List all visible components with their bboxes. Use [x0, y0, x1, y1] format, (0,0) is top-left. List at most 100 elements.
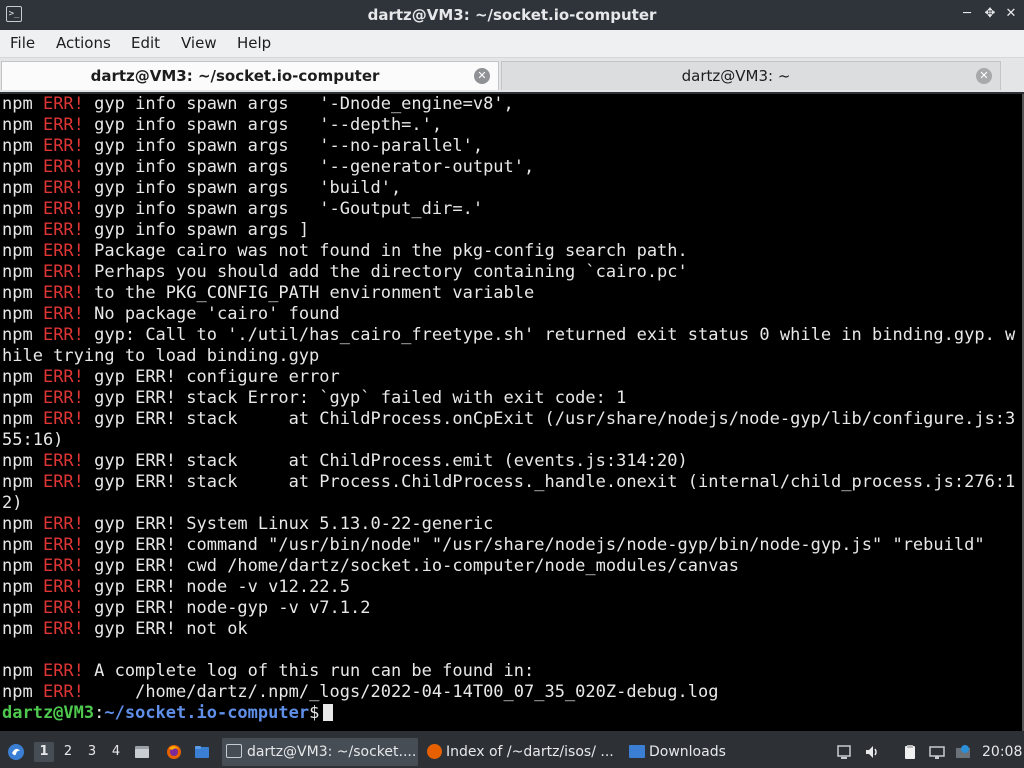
- prompt-separator: :: [94, 703, 105, 723]
- line-text: gyp ERR! configure error: [83, 367, 340, 387]
- task-label: Downloads: [649, 744, 726, 760]
- menu-bar: File Actions Edit View Help: [0, 30, 1024, 58]
- terminal-line: npm ERR! gyp ERR! stack at ChildProcess.…: [0, 409, 1022, 430]
- prompt-user-host: dartz@VM3: [2, 703, 95, 723]
- line-prefix: npm: [2, 115, 43, 135]
- line-text: Perhaps you should add the directory con…: [83, 262, 688, 282]
- terminal-line: npm ERR! gyp ERR! System Linux 5.13.0-22…: [0, 514, 1022, 535]
- line-text: gyp info spawn args '-Goutput_dir=.': [83, 199, 484, 219]
- error-tag: ERR!: [42, 136, 84, 156]
- workspace-1[interactable]: 1: [34, 742, 54, 762]
- clipboard-icon[interactable]: [902, 744, 918, 760]
- close-tab-icon[interactable]: ✕: [474, 68, 490, 84]
- network-icon[interactable]: [929, 744, 945, 760]
- menu-file[interactable]: File: [8, 30, 37, 56]
- minimize-button[interactable]: ─: [958, 5, 976, 23]
- firefox-icon[interactable]: [166, 744, 182, 760]
- task-terminal[interactable]: dartz@VM3: ~/socket....: [222, 738, 418, 766]
- line-text: gyp info spawn args '-Dnode_engine=v8',: [83, 94, 514, 114]
- taskbar: 1 2 3 4 dartz@VM3: ~/socket.... Index of…: [0, 736, 1024, 768]
- terminal-line: npm ERR! gyp ERR! cwd /home/dartz/socket…: [0, 556, 1022, 577]
- error-tag: ERR!: [42, 304, 84, 324]
- error-tag: ERR!: [42, 262, 84, 282]
- line-prefix: 2): [2, 493, 23, 513]
- terminal-line: npm ERR! gyp ERR! not ok: [0, 619, 1022, 640]
- error-tag: ERR!: [42, 661, 84, 681]
- line-prefix: npm: [2, 451, 43, 471]
- terminal-line: 2): [0, 493, 1022, 514]
- folder-icon[interactable]: [194, 744, 210, 760]
- line-text: /home/dartz/.npm/_logs/2022-04-14T00_07_…: [83, 682, 719, 702]
- terminal-line: npm ERR! Package cairo was not found in …: [0, 241, 1022, 262]
- menu-actions[interactable]: Actions: [54, 30, 113, 56]
- workspace-4[interactable]: 4: [106, 742, 126, 762]
- terminal-line: npm ERR! gyp ERR! configure error: [0, 367, 1022, 388]
- app-menu-icon[interactable]: [7, 743, 25, 761]
- line-prefix: npm: [2, 241, 43, 261]
- firefox-icon: [427, 744, 442, 759]
- terminal-line: 55:16): [0, 430, 1022, 451]
- terminal-line: npm ERR! gyp info spawn args '--generato…: [0, 157, 1022, 178]
- error-tag: ERR!: [42, 682, 84, 702]
- error-tag: ERR!: [42, 409, 84, 429]
- error-tag: ERR!: [42, 178, 84, 198]
- line-text: gyp ERR! stack Error: `gyp` failed with …: [83, 388, 627, 408]
- menu-edit[interactable]: Edit: [129, 30, 162, 56]
- terminal-line: npm ERR! No package 'cairo' found: [0, 304, 1022, 325]
- terminal-line: npm ERR! gyp ERR! command "/usr/bin/node…: [0, 535, 1022, 556]
- line-text: gyp info spawn args '--no-parallel',: [83, 136, 484, 156]
- files-icon[interactable]: [134, 744, 150, 760]
- line-text: gyp ERR! node-gyp -v v7.1.2: [83, 598, 371, 618]
- line-prefix: npm: [2, 472, 43, 492]
- error-tag: ERR!: [42, 619, 84, 639]
- prompt-line[interactable]: dartz@VM3:~/socket.io-computer$: [0, 703, 1022, 724]
- task-label: Index of /~dartz/isos/ ...: [446, 744, 614, 760]
- line-text: gyp ERR! cwd /home/dartz/socket.io-compu…: [83, 556, 739, 576]
- line-prefix: npm: [2, 199, 43, 219]
- error-tag: ERR!: [42, 325, 84, 345]
- line-prefix: npm: [2, 514, 43, 534]
- workspace-2[interactable]: 2: [58, 742, 78, 762]
- line-text: gyp info spawn args 'build',: [83, 178, 402, 198]
- close-tab-icon[interactable]: ✕: [976, 68, 992, 84]
- line-prefix: npm: [2, 577, 43, 597]
- error-tag: ERR!: [42, 472, 84, 492]
- terminal-output[interactable]: npm ERR! gyp info spawn args '-Dnode_eng…: [0, 94, 1022, 731]
- terminal-line: npm ERR! gyp info spawn args '-Dnode_eng…: [0, 94, 1022, 115]
- line-text: gyp ERR! stack at ChildProcess.onCpExit …: [83, 409, 1016, 429]
- tab-socket-io-computer[interactable]: dartz@VM3: ~/socket.io-computer ✕: [1, 61, 499, 90]
- terminal-line: npm ERR! gyp ERR! stack at Process.Child…: [0, 472, 1022, 493]
- line-text: gyp: Call to './util/has_cairo_freetype.…: [83, 325, 1016, 345]
- tab-home[interactable]: dartz@VM3: ~ ✕: [501, 61, 1001, 90]
- task-firefox[interactable]: Index of /~dartz/isos/ ...: [424, 738, 620, 766]
- error-tag: ERR!: [42, 598, 84, 618]
- error-tag: ERR!: [42, 535, 84, 555]
- line-prefix: hile trying to load binding.gyp: [2, 346, 320, 366]
- terminal-line: npm ERR! to the PKG_CONFIG_PATH environm…: [0, 283, 1022, 304]
- error-tag: ERR!: [42, 577, 84, 597]
- update-icon[interactable]: [955, 744, 971, 760]
- menu-view[interactable]: View: [179, 30, 219, 56]
- line-prefix: npm: [2, 136, 43, 156]
- error-tag: ERR!: [42, 514, 84, 534]
- error-tag: ERR!: [42, 283, 84, 303]
- tab-bar: dartz@VM3: ~/socket.io-computer ✕ dartz@…: [0, 58, 1024, 92]
- line-prefix: npm: [2, 409, 43, 429]
- line-prefix: npm: [2, 619, 43, 639]
- error-tag: ERR!: [42, 199, 84, 219]
- close-button[interactable]: ✕: [1002, 5, 1020, 23]
- line-text: Package cairo was not found in the pkg-c…: [83, 241, 688, 261]
- error-tag: ERR!: [42, 451, 84, 471]
- volume-icon[interactable]: [864, 744, 880, 760]
- terminal-line: npm ERR! gyp: Call to './util/has_cairo_…: [0, 325, 1022, 346]
- screen-icon[interactable]: [836, 744, 852, 760]
- workspace-3[interactable]: 3: [82, 742, 102, 762]
- terminal-icon: [226, 744, 242, 758]
- terminal-line: npm ERR! /home/dartz/.npm/_logs/2022-04-…: [0, 682, 1022, 703]
- menu-help[interactable]: Help: [235, 30, 273, 56]
- terminal-line: npm ERR! gyp ERR! node -v v12.22.5: [0, 577, 1022, 598]
- line-prefix: npm: [2, 94, 43, 114]
- maximize-button[interactable]: ✥: [981, 5, 999, 23]
- clock[interactable]: 20:08: [982, 736, 1022, 768]
- task-downloads[interactable]: Downloads: [626, 738, 776, 766]
